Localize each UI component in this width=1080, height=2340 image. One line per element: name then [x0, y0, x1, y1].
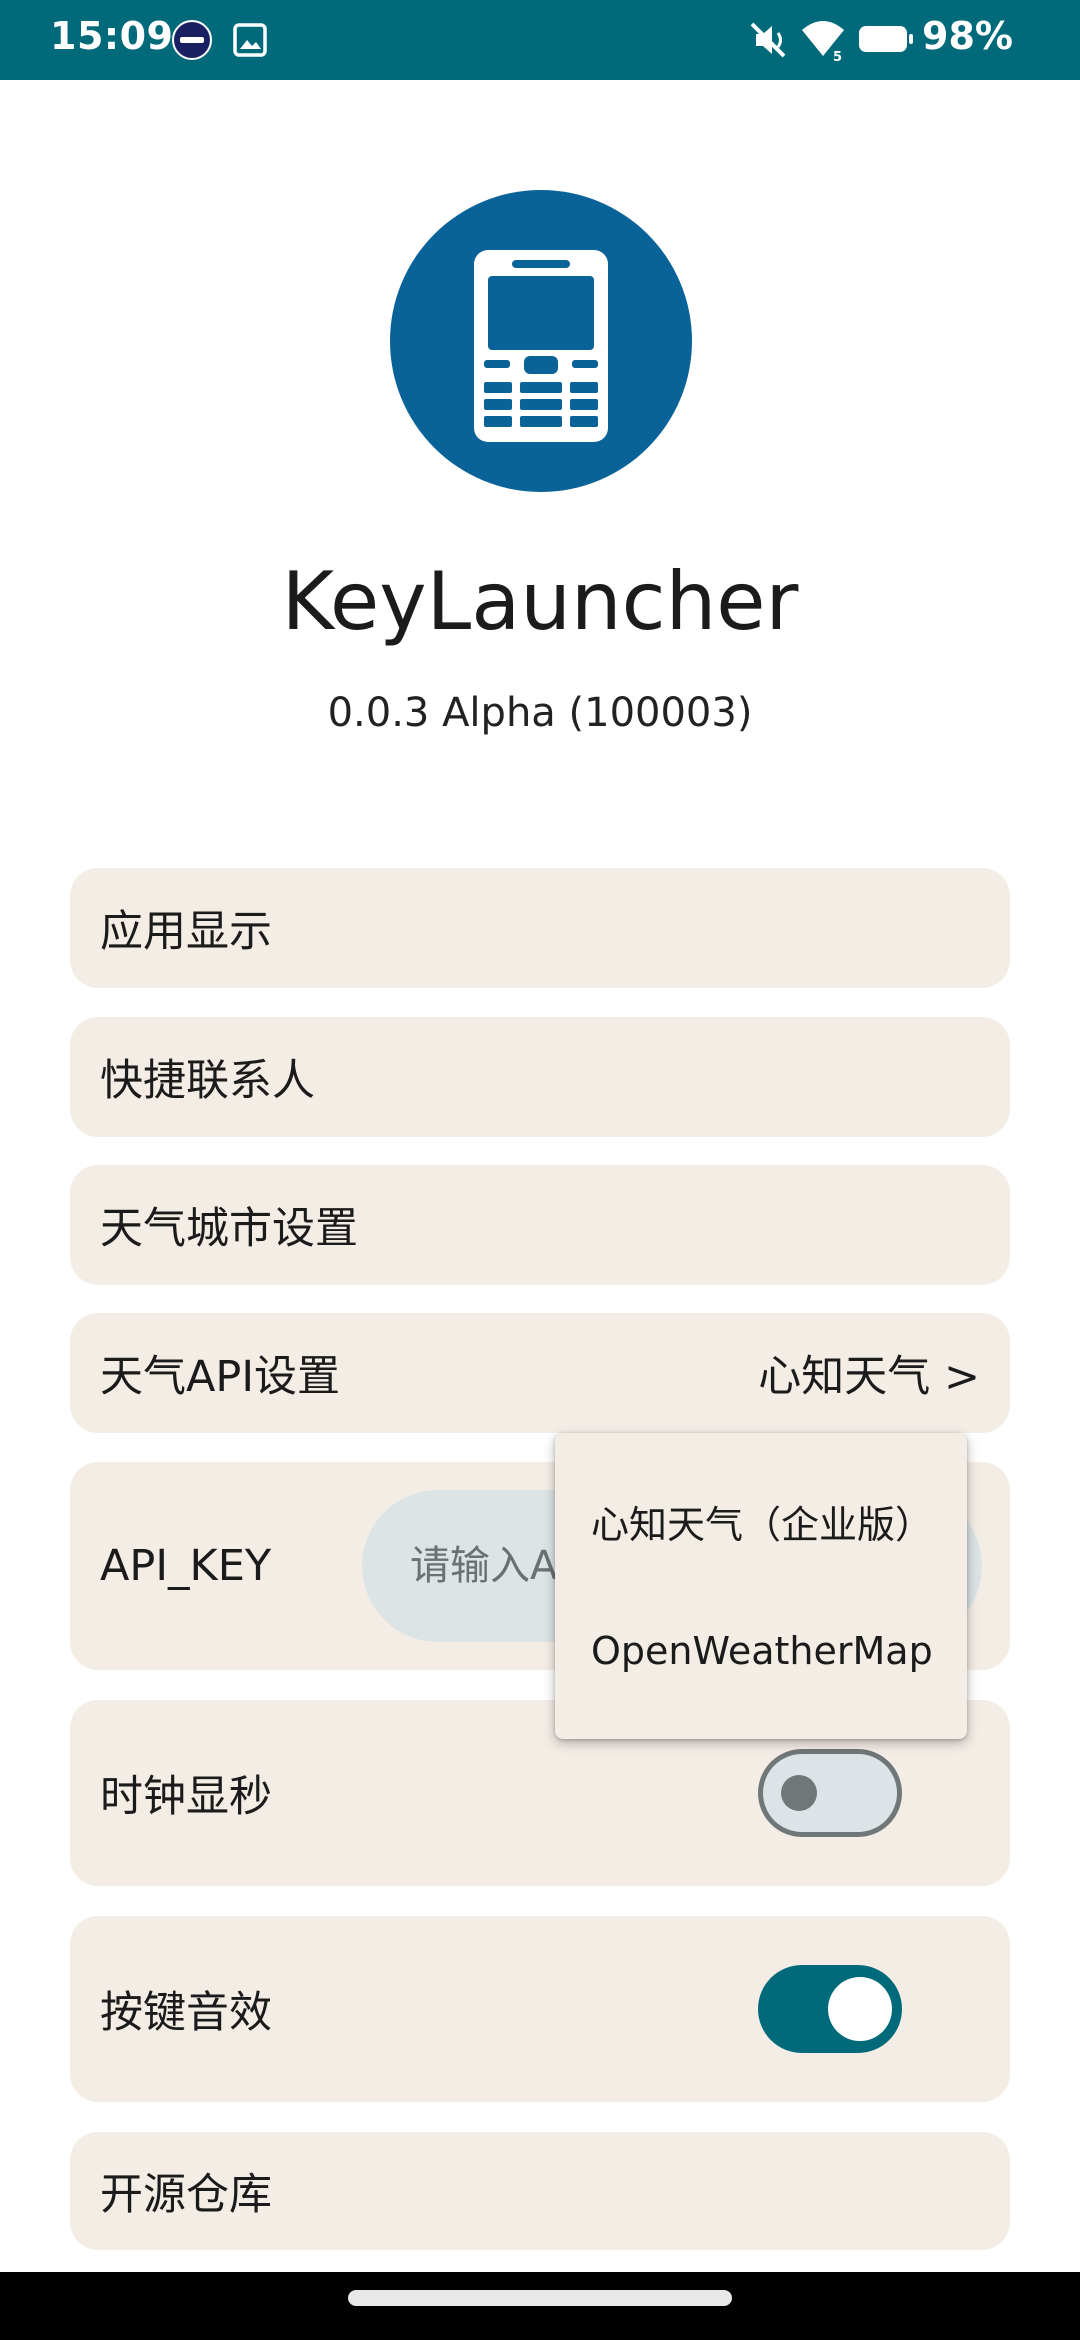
navigation-bar: [0, 2272, 1080, 2340]
menu-item-xinzhi-enterprise[interactable]: 心知天气（企业版）: [555, 1466, 967, 1576]
clock-seconds-toggle[interactable]: [758, 1749, 902, 1837]
gallery-icon: [233, 23, 267, 57]
mute-icon: [750, 22, 786, 58]
setting-label: 应用显示: [100, 907, 272, 957]
app-name: KeyLauncher: [281, 555, 799, 648]
app-version: 0.0.3 Alpha (100003): [327, 690, 753, 736]
wifi-icon: 5: [802, 21, 844, 62]
menu-item-openweathermap[interactable]: OpenWeatherMap: [555, 1596, 967, 1706]
setting-label: 时钟显秒: [100, 1772, 272, 1822]
setting-label: 按键音效: [100, 1988, 272, 2038]
home-gesture-handle[interactable]: [348, 2290, 732, 2306]
setting-weather-city[interactable]: 天气城市设置: [70, 1165, 1010, 1285]
setting-label: API_KEY: [100, 1541, 272, 1591]
status-time: 15:09: [50, 14, 174, 58]
setting-open-source[interactable]: 开源仓库: [70, 2132, 1010, 2250]
app-logo: [390, 190, 692, 492]
setting-key-sound: 按键音效: [70, 1916, 1010, 2102]
key-sound-toggle[interactable]: [758, 1965, 902, 2053]
toggle-thumb: [781, 1775, 817, 1811]
setting-label: 开源仓库: [100, 2170, 272, 2220]
setting-app-display[interactable]: 应用显示: [70, 868, 1010, 988]
battery-percentage: 98%: [922, 14, 1013, 58]
notification-app-icon: [172, 20, 212, 60]
setting-weather-api[interactable]: 天气API设置 心知天气 >: [70, 1313, 1010, 1433]
setting-label: 天气城市设置: [100, 1204, 358, 1254]
svg-text:5: 5: [833, 50, 842, 62]
feature-phone-icon: [474, 250, 608, 442]
weather-api-selected-value[interactable]: 心知天气 >: [758, 1342, 980, 1404]
setting-label: 天气API设置: [100, 1352, 341, 1402]
setting-label: 快捷联系人: [100, 1056, 315, 1106]
toggle-thumb: [828, 1977, 892, 2041]
weather-api-dropdown: 心知天气（企业版） OpenWeatherMap: [555, 1433, 967, 1739]
status-bar: 15:09 5 98%: [0, 0, 1080, 80]
setting-quick-contacts[interactable]: 快捷联系人: [70, 1017, 1010, 1137]
battery-icon: [859, 26, 913, 52]
